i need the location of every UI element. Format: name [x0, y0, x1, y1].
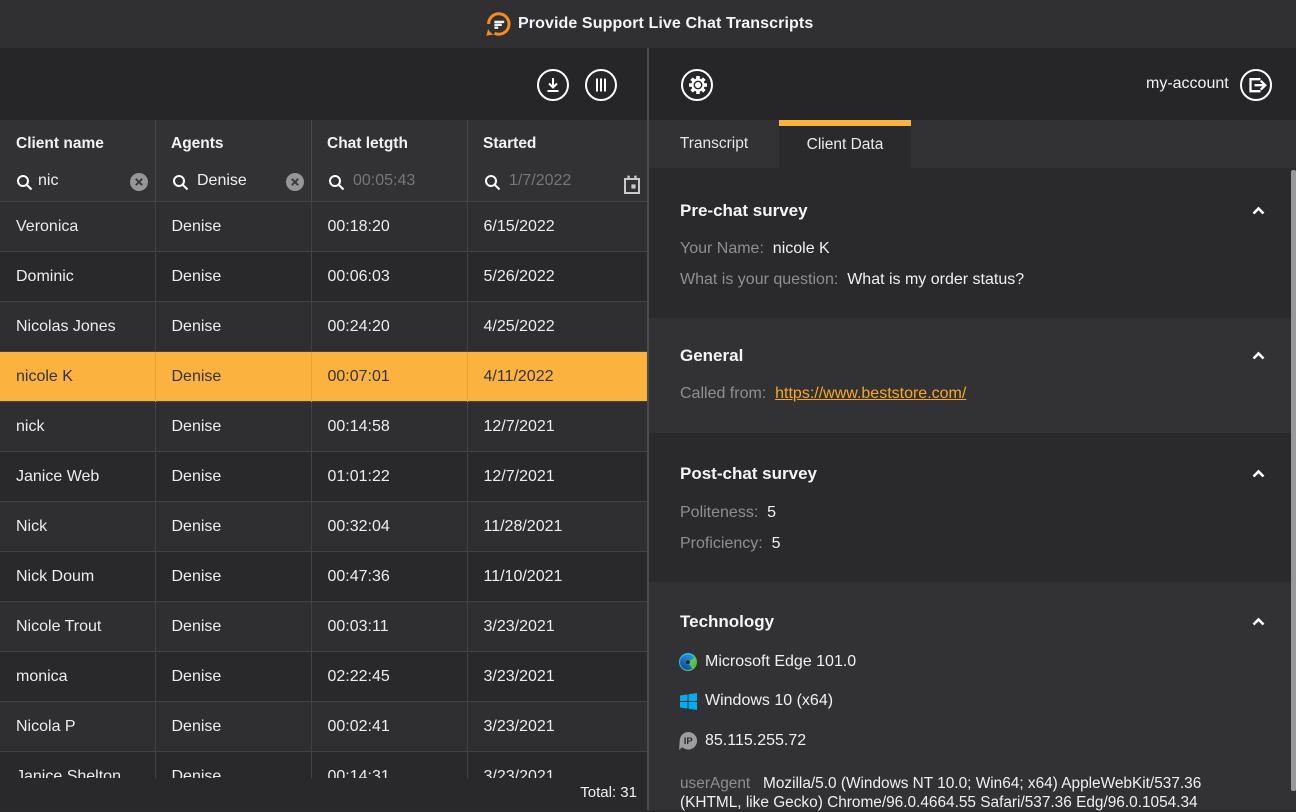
svg-text:IP: IP: [684, 736, 694, 747]
